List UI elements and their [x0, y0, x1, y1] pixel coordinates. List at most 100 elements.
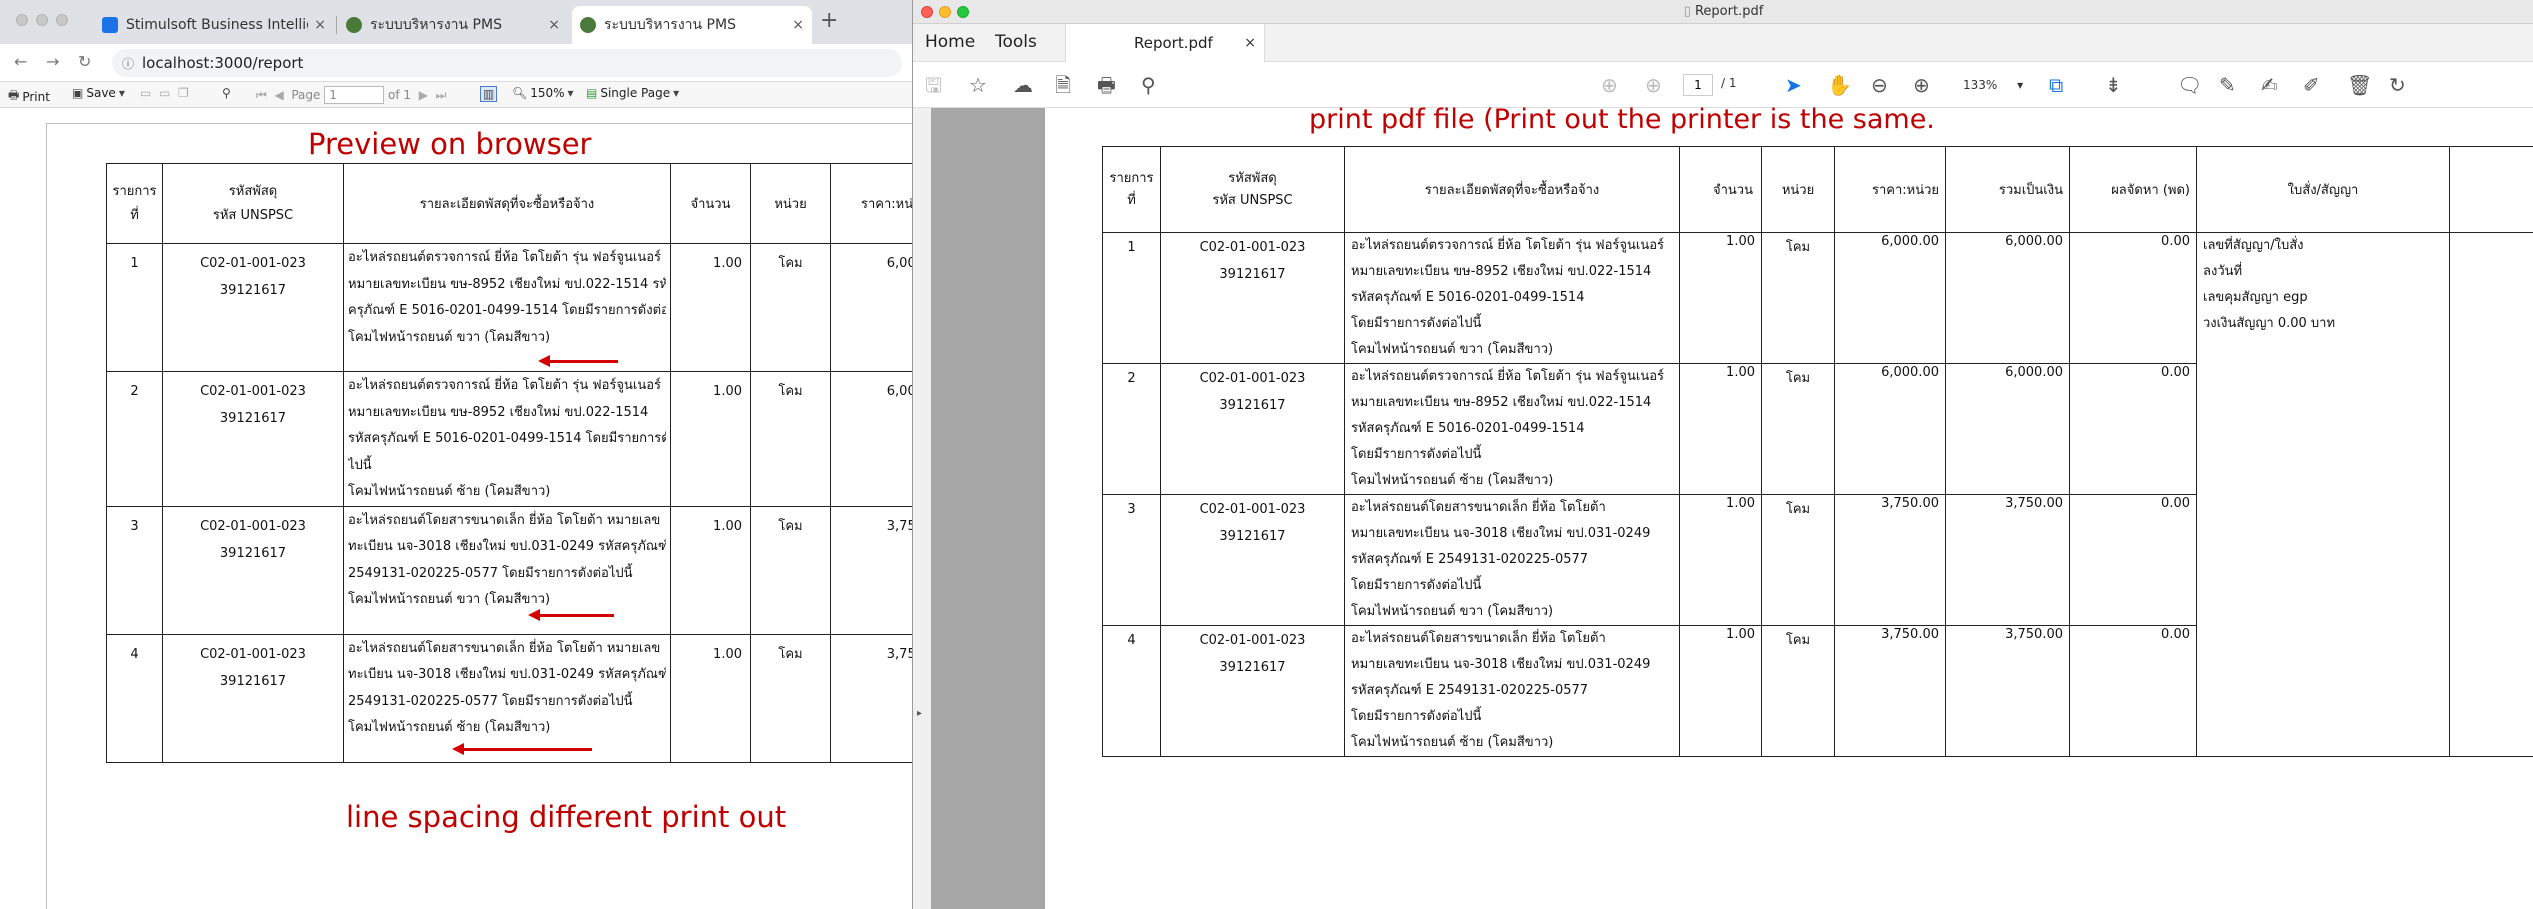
- close-icon[interactable]: ×: [1244, 24, 1256, 62]
- row-detail-line: รหัสครุภัณฑ์ E 2549131-020225-0577: [1351, 683, 1589, 698]
- find-button[interactable]: ⚲: [222, 86, 234, 100]
- page-fit-icon[interactable]: ⧉: [2049, 74, 2063, 96]
- row-no: 4: [106, 633, 163, 763]
- row-unspsc-text: 39121617: [219, 411, 287, 426]
- tab-title: Stimulsoft Business Intelligence: [126, 17, 308, 33]
- doc-tab-report[interactable]: Report.pdf ×: [1065, 24, 1265, 62]
- row-detail-line: อะไหล่รถยนต์โดยสารขนาดเล็ก ยี่ห้อ โตโยต้…: [348, 512, 661, 528]
- row-detail-line: โดยมีรายการดังต่อไปนี้: [1351, 447, 1482, 462]
- window-zoom-dot[interactable]: [957, 6, 969, 18]
- window-close-dot[interactable]: [16, 14, 28, 26]
- window-zoom-dot[interactable]: [56, 14, 68, 26]
- window-close-dot[interactable]: [921, 6, 933, 18]
- header-no: รายการ ที่: [106, 163, 163, 244]
- window-minimize-dot[interactable]: [939, 6, 951, 18]
- browser-tab-stimulsoft[interactable]: Stimulsoft Business Intelligence ×: [94, 6, 334, 44]
- page-mode-dropdown[interactable]: ▤ Single Page ▾: [586, 86, 682, 100]
- page-navigation[interactable]: ⏮ ◀ Page 1 of 1 ▶ ⏭: [256, 86, 446, 104]
- browser-tab-pms-2[interactable]: ระบบบริหารงาน PMS ×: [572, 6, 812, 44]
- row-detail: อะไหล่รถยนต์ตรวจการณ์ ยี่ห้อ โตโยต้า รุ่…: [343, 371, 671, 507]
- row-qty: 1.00: [670, 505, 751, 635]
- pane-toggle-icon[interactable]: ▸: [917, 708, 922, 719]
- header-contract: ใบสั่ง/สัญญา: [2196, 146, 2450, 233]
- red-arrow-2: [528, 609, 614, 621]
- tab-title: ระบบบริหารงาน PMS: [370, 17, 502, 33]
- reload-icon[interactable]: ↻: [78, 52, 91, 71]
- view-mode-button[interactable]: ▥: [480, 86, 500, 102]
- close-icon[interactable]: ×: [314, 17, 326, 33]
- row-detail-line: รหัสครุภัณฑ์ E 5016-0201-0499-1514 โดยมี…: [348, 431, 666, 446]
- row-code-text: C02-01-001-023: [1199, 502, 1306, 517]
- prev-page-icon[interactable]: ⊕: [1601, 74, 1618, 96]
- zoom-dropdown[interactable]: 🔍︎ 150% ▾: [512, 86, 577, 100]
- row-code-text: C02-01-001-023: [200, 384, 306, 399]
- header-detail: รายละเอียดพัสดุที่จะซื้อหรือจ้าง: [1344, 146, 1680, 233]
- view-mode-icon: ▥: [480, 86, 498, 102]
- back-icon[interactable]: ←: [14, 52, 27, 71]
- scroll-mode-icon[interactable]: ⇟: [2105, 74, 2122, 96]
- chevron-down-icon: ▾: [567, 86, 574, 100]
- row-code: C02-01-001-023 39121617: [162, 633, 344, 763]
- info-icon[interactable]: ⓘ: [122, 55, 134, 72]
- header-extra: [2449, 146, 2533, 233]
- row-detail: อะไหล่รถยนต์ตรวจการณ์ ยี่ห้อ โตโยต้า รุ่…: [1344, 363, 1680, 495]
- row-code: C02-01-001-023 39121617: [162, 371, 344, 507]
- row-code-text: C02-01-001-023: [200, 646, 306, 662]
- copy-icon: ❐: [177, 86, 189, 100]
- hand-tool-icon[interactable]: ✋: [1827, 74, 1852, 96]
- zoom-icon: 🔍︎: [512, 86, 528, 100]
- row-qty: 1.00: [670, 633, 751, 763]
- comment-icon[interactable]: 🗨: [2177, 74, 2202, 96]
- browser-tab-pms-1[interactable]: ระบบบริหารงาน PMS ×: [338, 6, 568, 44]
- report-table-pdf: รายการ ที่ รหัสพัสดุ รหัส UNSPSC รายละเอ…: [1102, 146, 2533, 757]
- menu-home[interactable]: Home: [925, 32, 975, 52]
- row-no: 2: [106, 371, 163, 507]
- close-icon[interactable]: ×: [792, 17, 804, 33]
- printer-icon[interactable]: 🖶: [1097, 74, 1116, 96]
- menu-tools[interactable]: Tools: [995, 32, 1037, 52]
- row-detail-line: รหัสครุภัณฑ์ E 2549131-020225-0577: [1351, 552, 1589, 567]
- upload-cloud-icon[interactable]: ☁: [1013, 74, 1033, 96]
- print-button[interactable]: 🖶 Print: [8, 86, 50, 107]
- row-detail-line: โดยมีรายการดังต่อไปนี้: [1351, 316, 1482, 331]
- row-detail-line: ทะเบียน นจ-3018 เชียงใหม่ ขป.031-0249 รห…: [348, 539, 666, 554]
- row-detail-line: หมายเลขทะเบียน ขษ-8952 เชียงใหม่ ขป.022-…: [348, 276, 666, 292]
- close-icon[interactable]: ×: [548, 17, 560, 33]
- chevron-down-icon: ▾: [118, 86, 125, 100]
- page-number-input[interactable]: 1: [1683, 74, 1713, 96]
- annotation-line-spacing: line spacing different print out: [346, 800, 787, 834]
- window-minimize-dot[interactable]: [36, 14, 48, 26]
- pdf-view-area: ▸ print pdf file (Print out the printer …: [913, 104, 2533, 909]
- row-detail-line: โคมไฟหน้ารถยนต์ ขวา (โคมสีขาว): [1351, 342, 1554, 357]
- row-result: 0.00: [2069, 232, 2197, 364]
- trash-icon[interactable]: 🗑: [2347, 74, 2372, 96]
- next-page-icon[interactable]: ⊕: [1645, 74, 1662, 96]
- red-arrow-3: [452, 743, 592, 755]
- bookmark-star-icon[interactable]: ☆: [969, 74, 987, 96]
- header-qty: จำนวน: [670, 163, 751, 244]
- row-extra: [2449, 232, 2533, 757]
- zoom-dropdown[interactable]: 133% ▾: [1959, 74, 2033, 96]
- row-unit: โคม: [750, 243, 831, 372]
- row-no: 3: [1102, 494, 1161, 626]
- row-detail-line: ครุภัณฑ์ E 5016-0201-0499-1514 โดยมีรายก…: [348, 303, 666, 318]
- stamp-icon[interactable]: ✐: [2303, 74, 2320, 96]
- rotate-icon[interactable]: ↻: [2389, 74, 2406, 96]
- new-tab-button[interactable]: +: [820, 8, 838, 33]
- zoom-in-icon[interactable]: ⊕: [1913, 74, 1930, 96]
- row-no: 4: [1102, 625, 1161, 757]
- row-qty: 1.00: [1679, 363, 1762, 495]
- row-qty: 1.00: [1679, 494, 1762, 626]
- page-input[interactable]: 1: [324, 86, 385, 104]
- zoom-out-icon[interactable]: ⊖: [1871, 74, 1888, 96]
- header-price: ราคา:หน่วย: [1834, 146, 1946, 233]
- forward-icon[interactable]: →: [46, 52, 59, 71]
- save-icon[interactable]: 🖫: [925, 74, 942, 96]
- sign-icon[interactable]: ✍: [2261, 74, 2278, 96]
- save-button[interactable]: ▣ Save ▾: [72, 86, 128, 100]
- file-share-icon[interactable]: 🗎: [1055, 74, 1071, 96]
- highlight-pen-icon[interactable]: ✎: [2219, 74, 2236, 96]
- url-bar[interactable]: ⓘ localhost:3000/report: [112, 49, 902, 77]
- search-icon[interactable]: ⚲: [1141, 74, 1156, 96]
- select-arrow-icon[interactable]: ➤: [1785, 74, 1802, 96]
